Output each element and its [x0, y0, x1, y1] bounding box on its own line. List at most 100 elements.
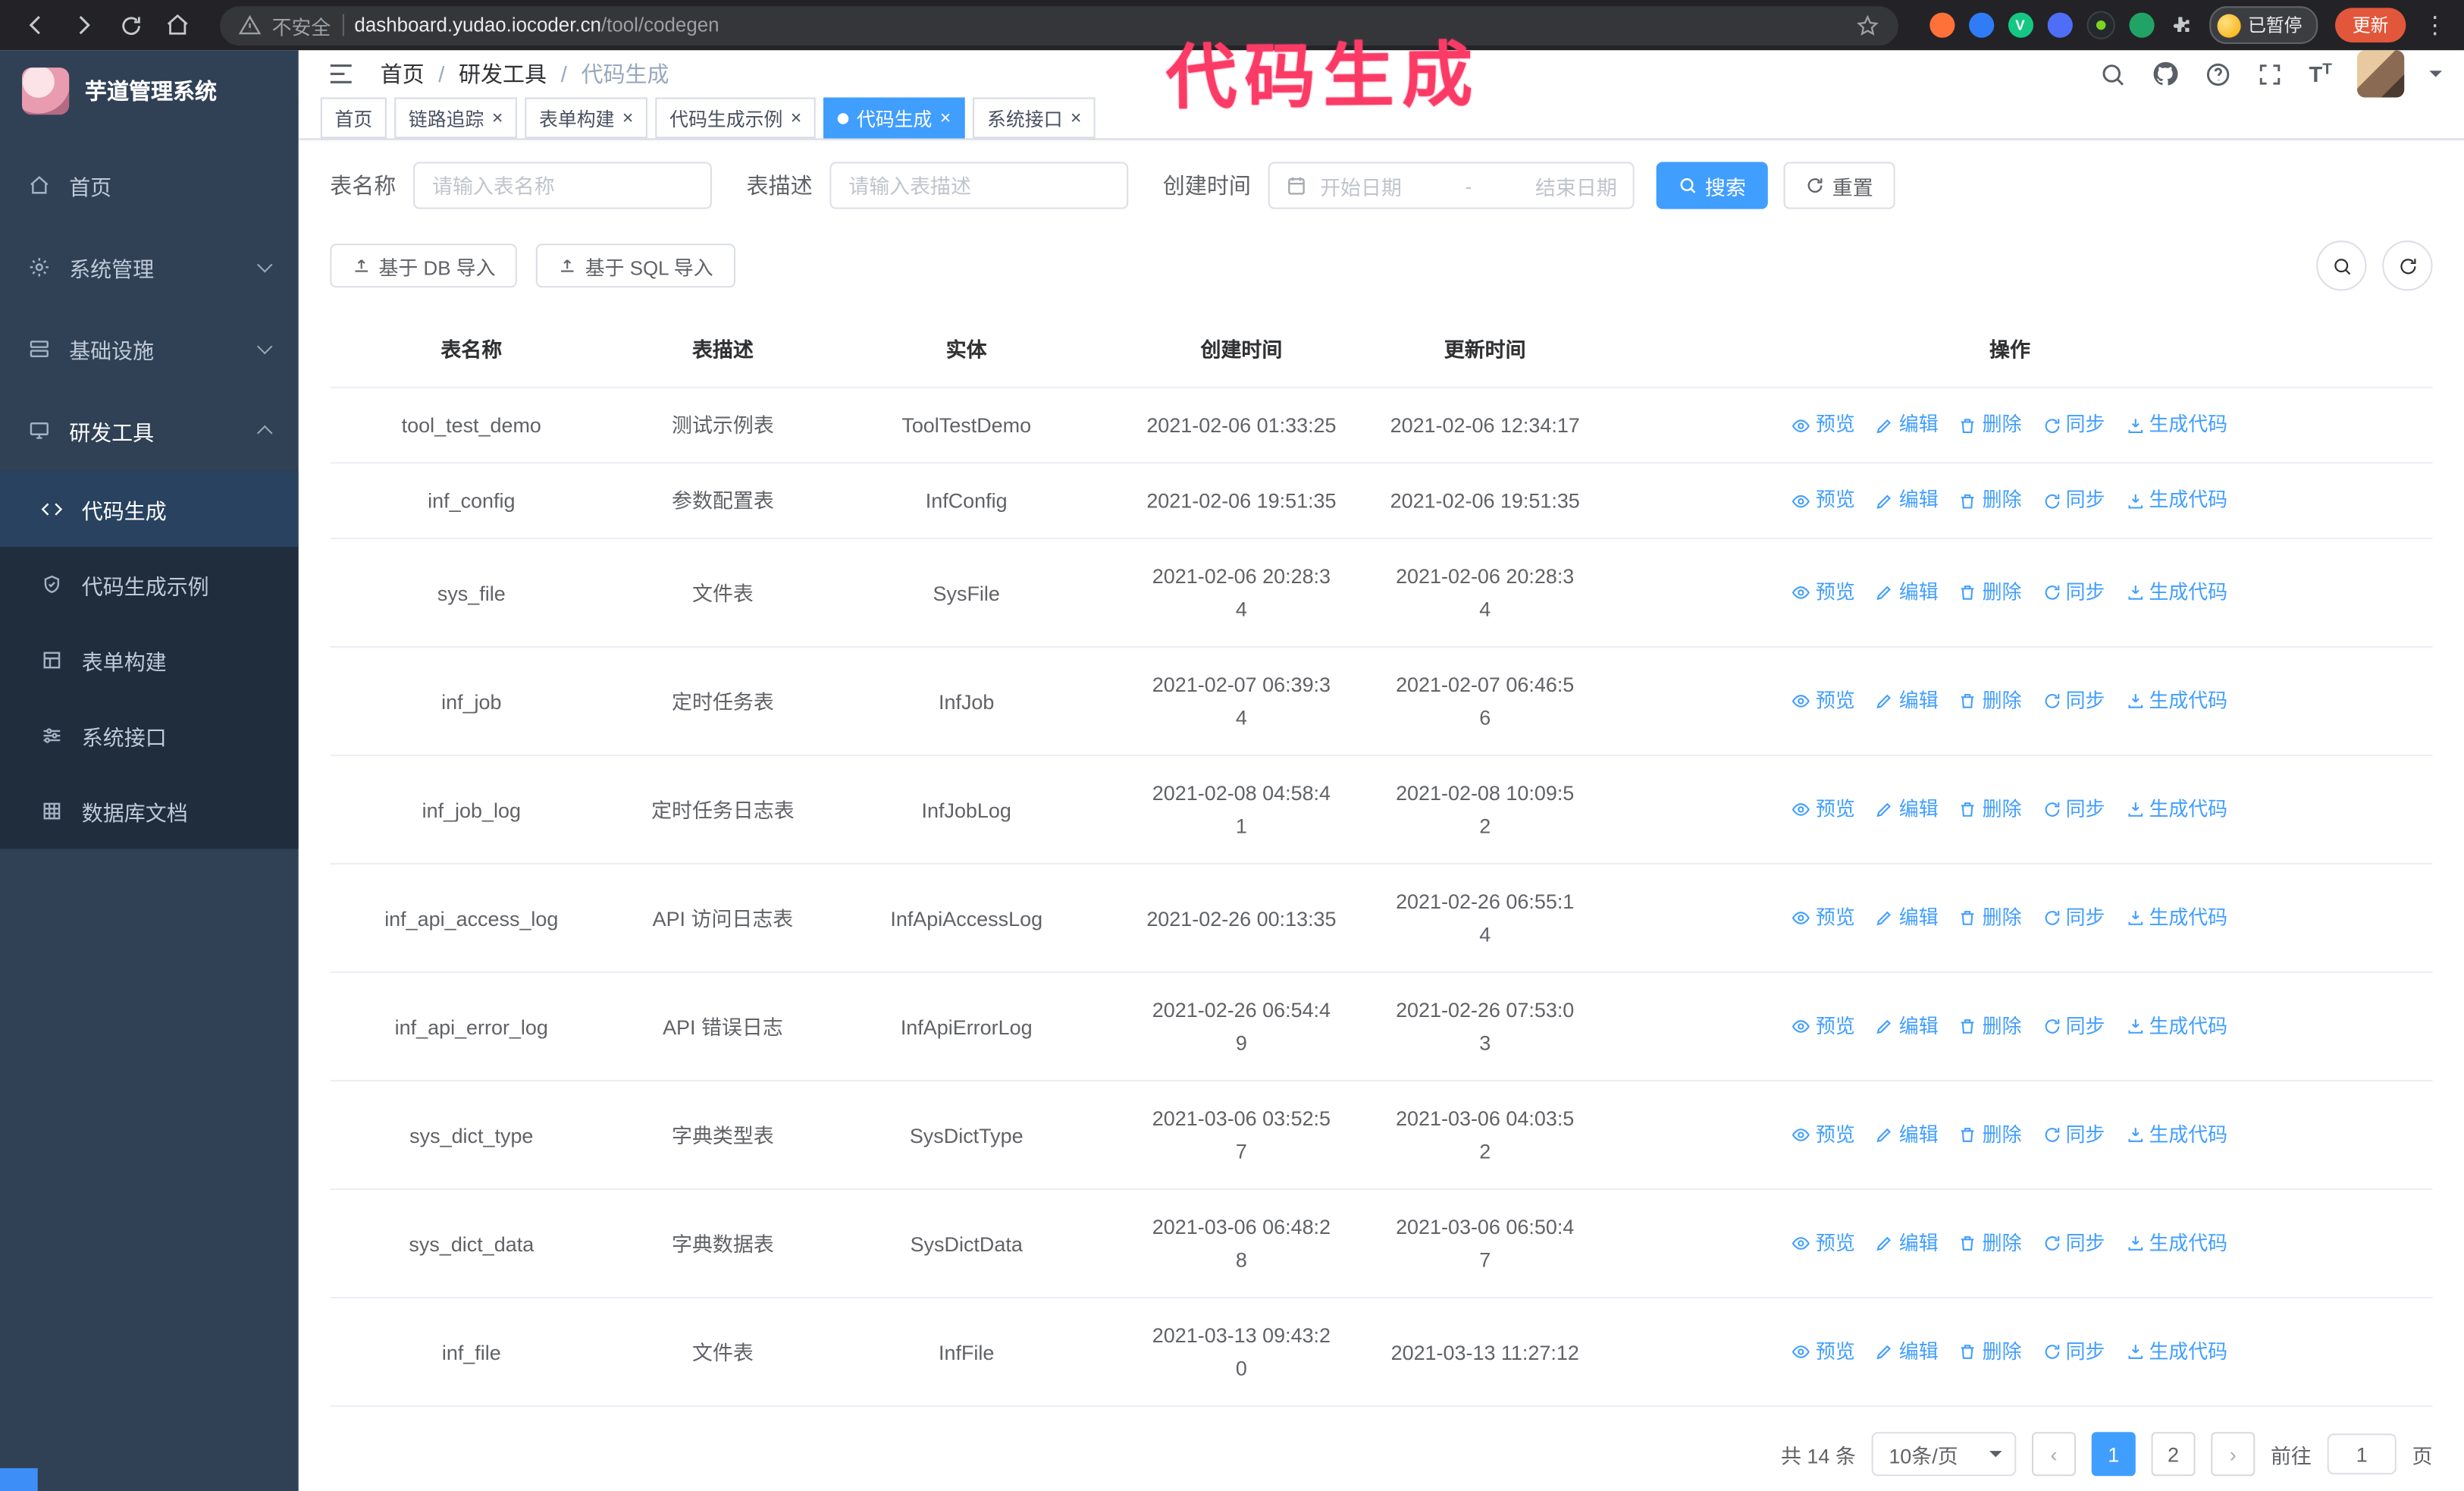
edit-link[interactable]: 编辑 — [1876, 1336, 1939, 1369]
generate-code-link[interactable]: 生成代码 — [2125, 409, 2227, 442]
sync-link[interactable]: 同步 — [2042, 1336, 2105, 1369]
sync-link[interactable]: 同步 — [2042, 902, 2105, 935]
delete-link[interactable]: 删除 — [1959, 685, 2022, 718]
extension-icon-dark[interactable] — [2086, 11, 2114, 39]
tab-close-icon[interactable]: × — [1071, 108, 1082, 127]
edit-link[interactable]: 编辑 — [1876, 1119, 1939, 1152]
delete-link[interactable]: 删除 — [1959, 902, 2022, 935]
sync-link[interactable]: 同步 — [2042, 1119, 2105, 1152]
generate-code-link[interactable]: 生成代码 — [2125, 793, 2227, 827]
user-avatar[interactable] — [2357, 50, 2405, 98]
goto-page-input[interactable] — [2327, 1433, 2397, 1475]
page-button-2[interactable]: 2 — [2151, 1432, 2196, 1477]
tab-codegen[interactable]: 代码生成 × — [823, 97, 965, 139]
fullscreen-icon[interactable] — [2257, 61, 2284, 87]
import-sql-button[interactable]: 基于 SQL 导入 — [536, 243, 735, 288]
sync-link[interactable]: 同步 — [2042, 1227, 2105, 1260]
preview-link[interactable]: 预览 — [1792, 1336, 1855, 1369]
date-range-picker[interactable]: 开始日期 - 结束日期 — [1268, 162, 1635, 209]
edit-link[interactable]: 编辑 — [1876, 1010, 1939, 1044]
search-icon[interactable] — [2100, 61, 2127, 87]
edit-link[interactable]: 编辑 — [1876, 1227, 1939, 1260]
sidebar-item-form-builder[interactable]: 表单构建 — [0, 623, 299, 698]
generate-code-link[interactable]: 生成代码 — [2125, 1336, 2227, 1369]
delete-link[interactable]: 删除 — [1959, 1227, 2022, 1260]
extension-icon-green-leaf[interactable] — [2128, 12, 2154, 38]
tab-close-icon[interactable]: × — [791, 108, 802, 127]
sync-link[interactable]: 同步 — [2042, 793, 2105, 827]
generate-code-link[interactable]: 生成代码 — [2125, 576, 2227, 610]
preview-link[interactable]: 预览 — [1792, 685, 1855, 718]
generate-code-link[interactable]: 生成代码 — [2125, 1119, 2227, 1152]
preview-link[interactable]: 预览 — [1792, 1010, 1855, 1044]
extension-icon-blue-people[interactable] — [2046, 12, 2072, 38]
delete-link[interactable]: 删除 — [1959, 576, 2022, 610]
edit-link[interactable]: 编辑 — [1876, 576, 1939, 610]
delete-link[interactable]: 删除 — [1959, 409, 2022, 442]
extension-icon-green-v[interactable]: V — [2007, 12, 2033, 38]
preview-link[interactable]: 预览 — [1792, 484, 1855, 517]
tab-close-icon[interactable]: × — [492, 108, 503, 127]
sidebar-item-system-management[interactable]: 系统管理 — [0, 226, 299, 308]
page-size-select[interactable]: 10条/页 — [1871, 1432, 2017, 1477]
delete-link[interactable]: 删除 — [1959, 484, 2022, 517]
edit-link[interactable]: 编辑 — [1876, 793, 1939, 827]
sync-link[interactable]: 同步 — [2042, 1010, 2105, 1044]
chrome-update-button[interactable]: 更新 — [2335, 8, 2406, 42]
reload-icon[interactable] — [110, 5, 151, 46]
refresh-table-button[interactable] — [2382, 240, 2433, 291]
tab-codegen-example[interactable]: 代码生成示例 × — [655, 97, 816, 139]
tab-system-api[interactable]: 系统接口 × — [973, 97, 1096, 139]
back-icon[interactable] — [16, 5, 57, 46]
delete-link[interactable]: 删除 — [1959, 1336, 2022, 1369]
table-desc-input[interactable] — [829, 162, 1129, 209]
generate-code-link[interactable]: 生成代码 — [2125, 1227, 2227, 1260]
import-db-button[interactable]: 基于 DB 导入 — [330, 243, 518, 288]
help-icon[interactable] — [2205, 61, 2232, 87]
tab-home[interactable]: 首页 — [320, 97, 387, 139]
breadcrumb-dev-tools[interactable]: 研发工具 — [459, 58, 547, 89]
generate-code-link[interactable]: 生成代码 — [2125, 1010, 2227, 1044]
next-page-button[interactable]: › — [2211, 1432, 2256, 1477]
sidebar-item-infrastructure[interactable]: 基础设施 — [0, 308, 299, 390]
bookmark-star-icon[interactable] — [1855, 14, 1879, 37]
tab-close-icon[interactable]: × — [622, 108, 634, 127]
generate-code-link[interactable]: 生成代码 — [2125, 902, 2227, 935]
tab-close-icon[interactable]: × — [940, 108, 951, 127]
extension-icon-orange[interactable] — [1929, 12, 1955, 38]
reset-button[interactable]: 重置 — [1783, 162, 1895, 209]
sync-link[interactable]: 同步 — [2042, 409, 2105, 442]
extensions-puzzle-icon[interactable] — [2168, 13, 2193, 38]
delete-link[interactable]: 删除 — [1959, 1119, 2022, 1152]
preview-link[interactable]: 预览 — [1792, 1227, 1855, 1260]
generate-code-link[interactable]: 生成代码 — [2125, 484, 2227, 517]
prev-page-button[interactable]: ‹ — [2031, 1432, 2076, 1477]
generate-code-link[interactable]: 生成代码 — [2125, 685, 2227, 718]
sidebar-item-code-generation-example[interactable]: 代码生成示例 — [0, 547, 299, 622]
edit-link[interactable]: 编辑 — [1876, 902, 1939, 935]
edit-link[interactable]: 编辑 — [1876, 685, 1939, 718]
sidebar-logo[interactable]: 芋道管理系统 — [0, 50, 299, 132]
preview-link[interactable]: 预览 — [1792, 1119, 1855, 1152]
forward-icon[interactable] — [63, 5, 104, 46]
sidebar-item-dev-tools[interactable]: 研发工具 — [0, 390, 299, 472]
font-size-icon[interactable]: TT — [2309, 61, 2331, 86]
search-button[interactable]: 搜索 — [1656, 162, 1768, 209]
browser-menu-icon[interactable]: ⋮ — [2423, 11, 2448, 39]
home-icon[interactable] — [157, 5, 198, 46]
toggle-search-button[interactable] — [2316, 240, 2367, 291]
extension-icon-blue-drop[interactable] — [1968, 12, 1994, 38]
delete-link[interactable]: 删除 — [1959, 793, 2022, 827]
sync-link[interactable]: 同步 — [2042, 484, 2105, 517]
sidebar-item-code-generation[interactable]: 代码生成 — [0, 471, 299, 548]
sync-link[interactable]: 同步 — [2042, 685, 2105, 718]
avatar-caret-icon[interactable] — [2429, 71, 2442, 83]
preview-link[interactable]: 预览 — [1792, 793, 1855, 827]
edit-link[interactable]: 编辑 — [1876, 409, 1939, 442]
sidebar-item-home[interactable]: 首页 — [0, 145, 299, 227]
preview-link[interactable]: 预览 — [1792, 409, 1855, 442]
preview-link[interactable]: 预览 — [1792, 576, 1855, 610]
hamburger-icon[interactable] — [321, 53, 362, 94]
breadcrumb-home[interactable]: 首页 — [381, 58, 425, 89]
sidebar-item-system-api[interactable]: 系统接口 — [0, 698, 299, 773]
